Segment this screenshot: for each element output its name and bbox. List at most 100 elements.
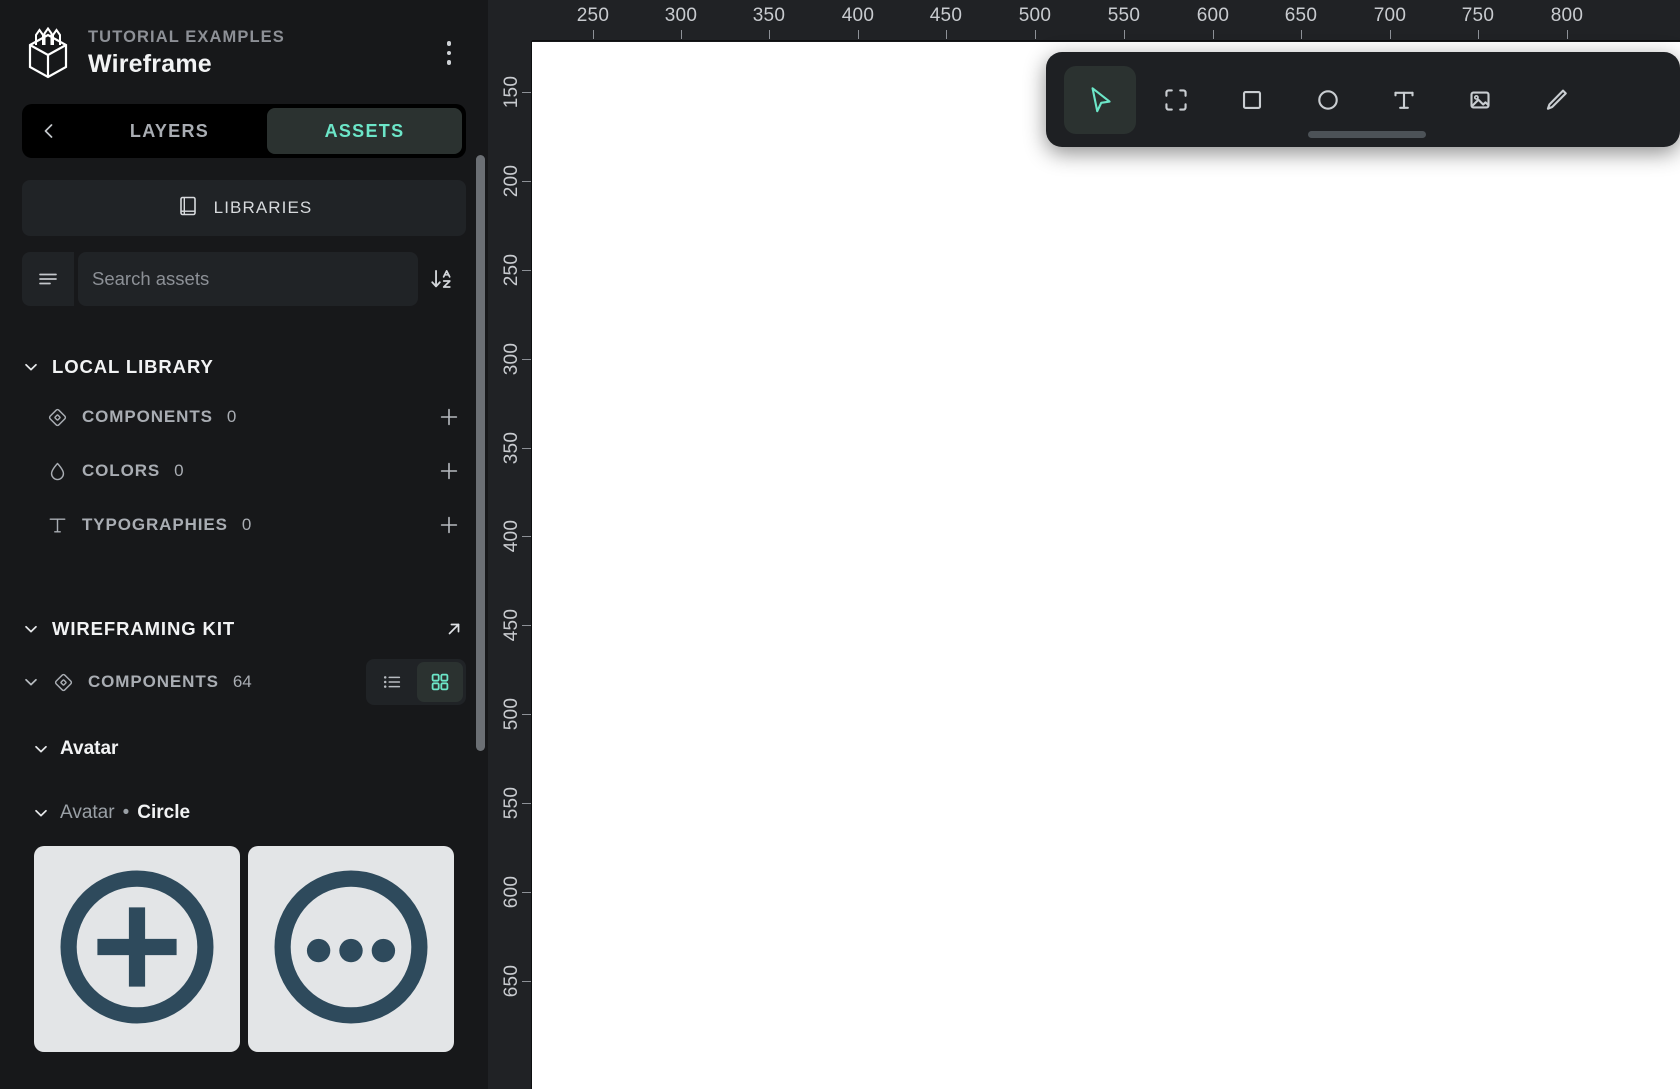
ruler-top-tick [1035,30,1036,39]
ruler-top-label: 400 [841,5,875,26]
view-mode-toggle [366,659,466,705]
ruler-top-tick [593,30,594,39]
vertical-ruler[interactable]: 150 200 250 300 350 400 450 500 550 600 650 [488,41,532,1089]
chevron-down-icon [32,740,50,758]
ruler-left-label: 550 [501,786,522,820]
file-header: TUTORIAL EXAMPLES Wireframe [0,0,488,96]
chevron-down-icon [22,358,40,376]
add-component-plus-icon[interactable] [432,400,466,434]
ruler-left-tick [522,181,531,182]
ruler-left-tick [522,359,531,360]
ruler-top-label: 750 [1461,5,1495,26]
sidebar-scrollbar[interactable] [476,155,485,751]
text-t-icon [44,514,70,537]
canvas-board[interactable] [532,42,1680,1089]
ruler-left-label: 300 [501,342,522,376]
chevron-down-icon [22,620,40,638]
ruler-left-label: 400 [501,519,522,553]
section-local-library[interactable]: LOCAL LIBRARY [0,344,488,390]
local-colors-row[interactable]: COLORS 0 [0,444,488,498]
ruler-left-tick [522,892,531,893]
image-tool[interactable] [1444,66,1516,134]
search-field [78,252,418,306]
local-components-row[interactable]: COMPONENTS 0 [0,390,488,444]
ruler-top-label: 350 [752,5,786,26]
ruler-left-tick [522,803,531,804]
ruler-top-label: 500 [1018,5,1052,26]
ruler-corner [488,0,532,41]
ruler-left-label: 600 [501,875,522,909]
text-tool[interactable] [1368,66,1440,134]
list-view-icon[interactable] [369,662,415,702]
grid-view-icon[interactable] [417,662,463,702]
ruler-top-label: 450 [929,5,963,26]
ruler-left-label: 500 [501,697,522,731]
rectangle-tool[interactable] [1216,66,1288,134]
local-typographies-label: TYPOGRAPHIES [82,515,228,534]
left-sidebar: TUTORIAL EXAMPLES Wireframe LAYERS ASSET… [0,0,488,1089]
app-root: TUTORIAL EXAMPLES Wireframe LAYERS ASSET… [0,0,1680,1089]
component-thumbnail-grid [0,840,488,1052]
panel-tabs: LAYERS ASSETS [22,104,466,158]
move-cursor-tool[interactable] [1064,65,1136,134]
ruler-left-tick [522,448,531,449]
search-input[interactable] [92,268,404,290]
tab-layers[interactable]: LAYERS [72,108,267,154]
kit-components-count: 64 [232,672,252,691]
ruler-top-tick [1301,30,1302,39]
ruler-top-label: 800 [1550,5,1584,26]
group-avatar[interactable]: Avatar [0,722,488,776]
ruler-top-tick [1124,30,1125,39]
ruler-left-label: 350 [501,431,522,465]
sort-az-icon[interactable] [418,252,466,306]
path-pen-tool[interactable] [1520,66,1592,134]
chevron-down-icon[interactable] [22,673,40,691]
libraries-button[interactable]: LIBRARIES [22,180,466,236]
board-tool[interactable] [1140,66,1212,134]
ruler-top-tick [1567,30,1568,39]
ruler-top-label: 600 [1196,5,1230,26]
ellipsis-circle-icon [261,857,441,1042]
local-typographies-row[interactable]: TYPOGRAPHIES 0 [0,498,488,552]
local-components-label: COMPONENTS [82,407,213,426]
canvas-toolbar [1046,52,1680,147]
component-diamond-icon [50,671,76,694]
file-name[interactable]: Wireframe [88,49,432,80]
local-colors-count: 0 [174,461,184,480]
ruler-left-tick [522,92,531,93]
add-color-plus-icon[interactable] [432,454,466,488]
toolbar-scrollbar[interactable] [1308,131,1426,138]
group-path-prefix: Avatar [60,802,115,823]
local-colors-label: COLORS [82,461,161,480]
group-path-separator: • [122,802,130,823]
tab-assets[interactable]: ASSETS [267,108,462,154]
kebab-menu-icon[interactable] [432,33,466,73]
ruler-left-tick [522,981,531,982]
component-diamond-icon [44,406,70,429]
kit-components-row[interactable]: COMPONENTS 64 [0,652,488,712]
chevron-down-icon [32,804,50,822]
plus-circle-icon [47,857,227,1042]
component-thumbnail-avatar-circle-ellipsis[interactable] [248,846,454,1052]
group-avatar-label: Avatar [60,738,119,759]
horizontal-ruler[interactable]: 250 300 350 400 450 500 550 600 650 700 750 800 [488,0,1680,41]
ruler-left-label: 200 [501,164,522,198]
filter-lines-icon[interactable] [22,252,74,306]
canvas-area: 250 300 350 400 450 500 550 600 650 700 750 800 150… [488,0,1680,1089]
chevron-left-icon[interactable] [26,108,72,154]
component-thumbnail-avatar-circle-plus[interactable] [34,846,240,1052]
ruler-top-label: 550 [1107,5,1141,26]
ruler-top-tick [1390,30,1391,39]
ruler-top-tick [858,30,859,39]
add-typography-plus-icon[interactable] [432,508,466,542]
ruler-top-label: 700 [1373,5,1407,26]
ellipse-tool[interactable] [1292,66,1364,134]
local-typographies-count: 0 [241,515,252,534]
group-avatar-circle[interactable]: Avatar • Circle [0,786,488,840]
section-wireframing-kit[interactable]: WIREFRAMING KIT [0,606,488,652]
ruler-left-tick [522,536,531,537]
project-name: TUTORIAL EXAMPLES [88,28,285,47]
local-library-title: LOCAL LIBRARY [52,356,214,377]
external-link-arrow-icon[interactable] [442,617,466,641]
group-path-last: Circle [137,802,191,823]
